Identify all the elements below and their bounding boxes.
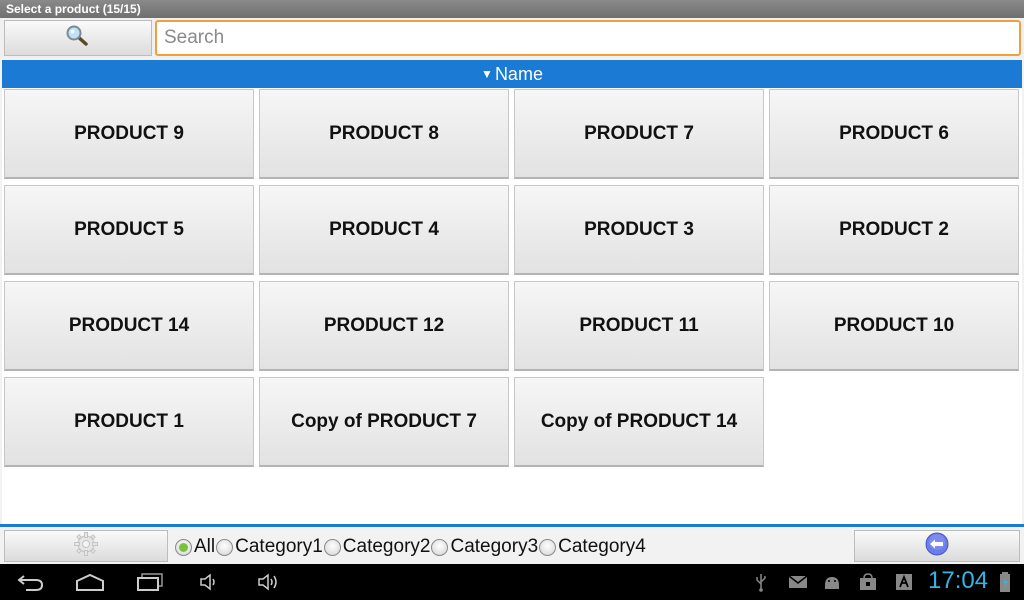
font-icon [894,571,914,593]
product-tile[interactable]: PRODUCT 4 [259,185,509,275]
bottom-toolbar: All Category1 Category2 Category3 Catego… [0,524,1024,564]
product-grid: PRODUCT 9 PRODUCT 8 PRODUCT 7 PRODUCT 6 … [2,88,1022,524]
sort-label: Name [494,63,543,84]
radio-icon [539,538,557,556]
product-tile[interactable]: PRODUCT 8 [259,89,509,179]
product-tile[interactable]: PRODUCT 6 [769,89,1019,179]
settings-button[interactable] [4,530,168,562]
product-tile[interactable]: PRODUCT 12 [259,281,509,371]
search-icon [65,24,91,52]
product-tile[interactable]: PRODUCT 11 [514,281,764,371]
filter-option-category1[interactable]: Category1 [216,536,323,558]
filter-option-category2[interactable]: Category2 [323,536,431,558]
product-tile[interactable]: PRODUCT 3 [514,185,764,275]
radio-icon [431,538,449,556]
product-tile[interactable]: PRODUCT 10 [769,281,1019,371]
home-icon[interactable] [74,571,106,593]
clock: 17:04 [928,567,989,594]
product-tile[interactable]: PRODUCT 5 [4,185,254,275]
filter-option-all[interactable]: All [175,536,215,558]
product-tile[interactable]: PRODUCT 14 [4,281,254,371]
recent-apps-icon[interactable] [134,571,166,593]
radio-icon [323,538,341,556]
search-row [0,18,1024,58]
product-tile[interactable]: PRODUCT 2 [769,185,1019,275]
store-icon [858,571,878,593]
filter-label: Category4 [558,536,646,557]
filter-label: Category2 [342,536,431,557]
sort-header[interactable]: ▼ Name [2,60,1022,88]
volume-up-icon[interactable] [256,571,282,593]
filter-label: All [194,536,216,557]
radio-selected-icon [175,538,192,556]
product-tile[interactable]: PRODUCT 7 [514,89,764,179]
back-arrow-icon [924,531,950,561]
search-button[interactable] [4,20,152,56]
radio-icon [216,538,234,556]
email-icon [788,571,808,593]
battery-icon [998,571,1012,593]
product-tile[interactable]: PRODUCT 9 [4,89,254,179]
system-navigation-bar: 17:04 [0,564,1024,600]
filter-label: Category3 [450,536,539,557]
usb-icon [754,571,768,593]
android-debug-icon [822,571,842,593]
window-title: Select a product (15/15) [0,0,1024,18]
back-icon[interactable] [16,571,46,593]
gear-icon [73,531,99,561]
product-tile[interactable]: PRODUCT 1 [4,377,254,467]
filter-option-category3[interactable]: Category3 [431,536,538,558]
sort-direction-icon: ▼ [481,67,493,81]
filter-option-category4[interactable]: Category4 [539,536,646,558]
volume-down-icon[interactable] [198,571,220,593]
search-input[interactable] [155,20,1021,56]
back-button[interactable] [854,530,1020,562]
product-tile[interactable]: Copy of PRODUCT 7 [259,377,509,467]
category-filter: All Category1 Category2 Category3 Catego… [175,534,647,560]
product-tile[interactable]: Copy of PRODUCT 14 [514,377,764,467]
filter-label: Category1 [235,536,323,557]
